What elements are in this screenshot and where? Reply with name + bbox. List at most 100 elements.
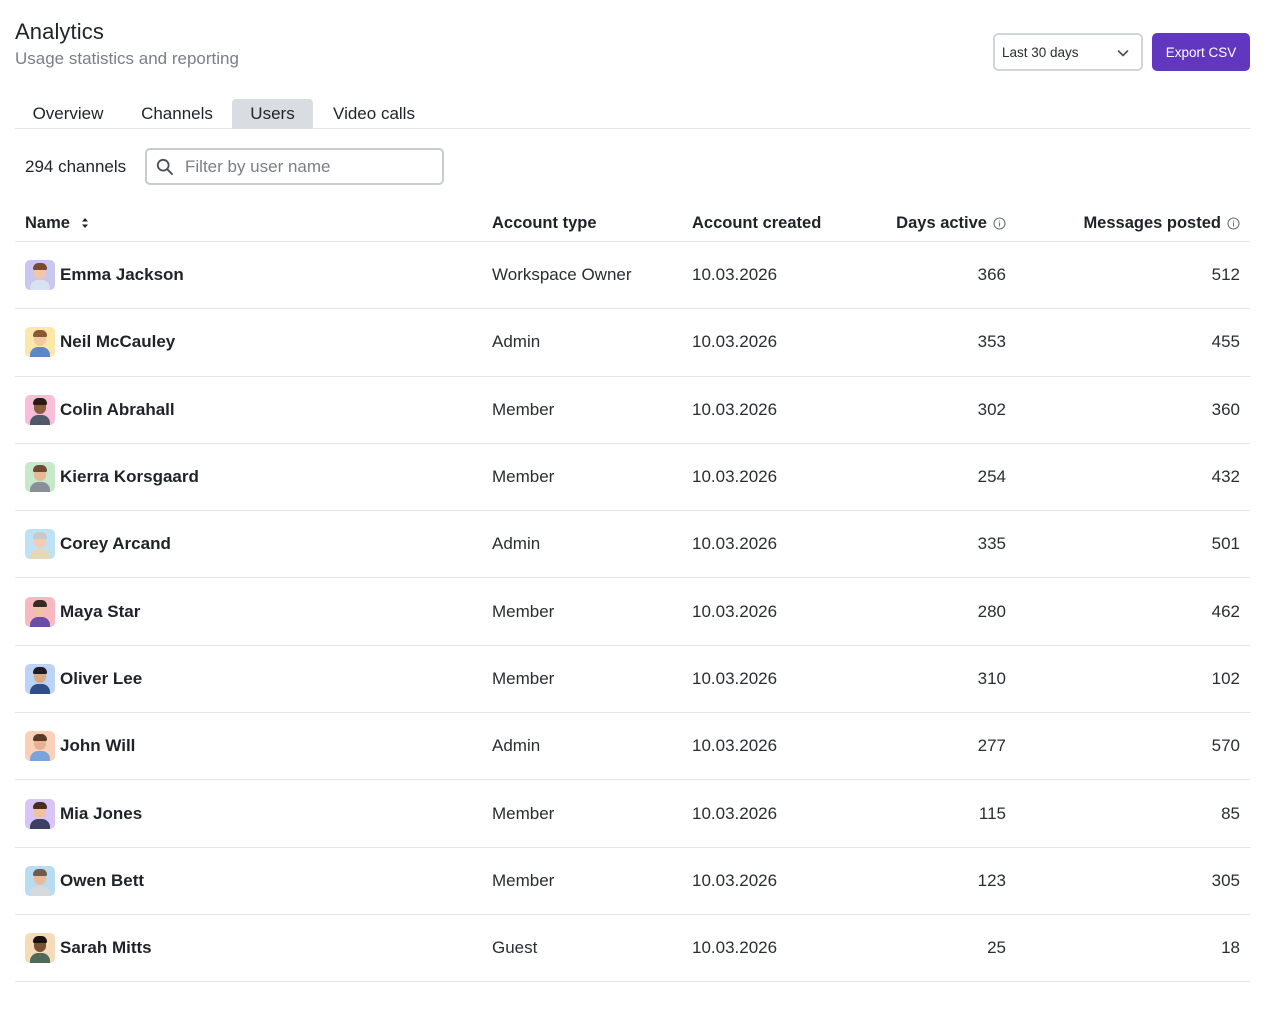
user-name-cell: Colin Abrahall (25, 377, 175, 443)
messages-posted: 512 (1211, 265, 1240, 285)
avatar-hair (33, 936, 47, 944)
table-row[interactable]: Maya Star Member 10.03.2026 280 462 (15, 578, 1250, 646)
column-header-name[interactable]: Name (25, 213, 90, 233)
user-name-cell: Emma Jackson (25, 242, 184, 308)
user-name: Kierra Korsgaard (60, 467, 199, 487)
account-created: 10.03.2026 (692, 668, 778, 688)
account-type: Admin (492, 332, 541, 352)
column-header-days-active: Days active (896, 213, 1006, 233)
avatar (25, 933, 55, 964)
messages-posted: 360 (1211, 399, 1240, 419)
table-row[interactable]: John Will Admin 10.03.2026 277 570 (15, 713, 1250, 781)
info-icon[interactable] (993, 216, 1006, 230)
sort-icon[interactable] (80, 216, 90, 230)
column-header-messages-posted-label: Messages posted (1083, 214, 1221, 232)
user-filter-input[interactable] (185, 156, 425, 177)
days-active: 335 (977, 534, 1006, 554)
days-active: 302 (977, 399, 1006, 419)
avatar-hair (33, 801, 47, 809)
avatar-hair (33, 397, 47, 405)
account-created: 10.03.2026 (692, 803, 778, 823)
avatar-body (30, 953, 50, 964)
account-type: Workspace Owner (492, 265, 632, 285)
table-row[interactable]: Sarah Mitts Guest 10.03.2026 25 18 (15, 915, 1250, 983)
messages-posted: 18 (1221, 938, 1240, 958)
account-created: 10.03.2026 (692, 265, 778, 285)
user-name: Sarah Mitts (60, 938, 152, 958)
column-header-account-created: Account created (692, 214, 822, 232)
avatar-body (30, 280, 50, 291)
column-header-account-type: Account type (492, 214, 597, 232)
date-range-select[interactable]: Last 30 days (993, 33, 1143, 71)
messages-posted: 501 (1211, 534, 1240, 554)
tab-users[interactable]: Users (232, 99, 313, 129)
table-row[interactable]: Emma Jackson Workspace Owner 10.03.2026 366… (15, 242, 1250, 310)
table-row[interactable]: Corey Arcand Admin 10.03.2026 335 501 (15, 511, 1250, 579)
avatar-hair (33, 532, 47, 540)
user-name-cell: Owen Bett (25, 848, 144, 914)
messages-posted: 455 (1211, 332, 1240, 352)
table-row[interactable]: Mia Jones Member 10.03.2026 115 85 (15, 780, 1250, 848)
avatar-body (30, 683, 50, 694)
account-created: 10.03.2026 (692, 736, 778, 756)
avatar-body (30, 616, 50, 627)
user-name-cell: Maya Star (25, 578, 140, 644)
avatar-body (30, 818, 50, 829)
user-name: Oliver Lee (60, 668, 143, 688)
avatar (25, 529, 55, 560)
messages-posted: 570 (1211, 736, 1240, 756)
days-active: 123 (977, 870, 1006, 890)
account-type: Member (492, 803, 555, 823)
page-subtitle: Usage statistics and reporting (15, 49, 239, 68)
days-active: 280 (977, 601, 1006, 621)
column-header-days-active-label: Days active (896, 214, 987, 232)
account-created: 10.03.2026 (692, 601, 778, 621)
user-name: John Will (60, 736, 136, 756)
column-header-messages-posted: Messages posted (1083, 213, 1240, 233)
days-active: 115 (978, 803, 1006, 823)
table-row[interactable]: Colin Abrahall Member 10.03.2026 302 360 (15, 377, 1250, 444)
account-type: Member (492, 601, 555, 621)
user-name: Corey Arcand (60, 534, 171, 554)
days-active: 254 (977, 467, 1006, 487)
export-csv-button[interactable]: Export CSV (1152, 33, 1250, 71)
avatar-hair (33, 599, 47, 607)
table-row[interactable]: Neil McCauley Admin 10.03.2026 353 455 (15, 309, 1250, 377)
avatar (25, 260, 55, 291)
table-body: Emma Jackson Workspace Owner 10.03.2026 366… (15, 242, 1250, 983)
user-name: Owen Bett (60, 870, 145, 890)
user-name: Mia Jones (60, 803, 143, 823)
account-type: Admin (492, 736, 541, 756)
messages-posted: 305 (1211, 870, 1240, 890)
avatar-hair (33, 666, 47, 674)
table-row[interactable]: Owen Bett Member 10.03.2026 123 305 (15, 848, 1250, 915)
tab-overview[interactable]: Overview (15, 99, 121, 129)
user-filter[interactable] (145, 148, 444, 185)
user-name: Maya Star (60, 601, 141, 621)
account-type: Member (492, 467, 555, 487)
users-table: Name Account type Account created Days a… (15, 204, 1250, 983)
tab-channels[interactable]: Channels (133, 99, 221, 129)
avatar (25, 865, 55, 896)
avatar-hair (33, 868, 47, 876)
account-type: Member (492, 870, 555, 890)
table-row[interactable]: Kierra Korsgaard Member 10.03.2026 254 432 (15, 444, 1250, 512)
column-header-name-label: Name (25, 214, 70, 232)
user-name-cell: Oliver Lee (25, 646, 142, 712)
days-active: 25 (987, 938, 1006, 958)
avatar-body (30, 347, 50, 358)
chevron-down-icon (1117, 50, 1129, 57)
info-icon[interactable] (1227, 216, 1240, 230)
avatar-hair (33, 263, 47, 271)
messages-posted: 85 (1221, 803, 1240, 823)
user-name: Colin Abrahall (60, 399, 175, 419)
avatar (25, 327, 55, 358)
search-icon (156, 158, 173, 175)
avatar (25, 596, 55, 627)
user-name-cell: Neil McCauley (25, 309, 175, 375)
tab-video-calls[interactable]: Video calls (325, 99, 423, 129)
page-title: Analytics (15, 19, 104, 44)
avatar (25, 394, 55, 425)
avatar-body (30, 549, 50, 560)
table-row[interactable]: Oliver Lee Member 10.03.2026 310 102 (15, 646, 1250, 714)
